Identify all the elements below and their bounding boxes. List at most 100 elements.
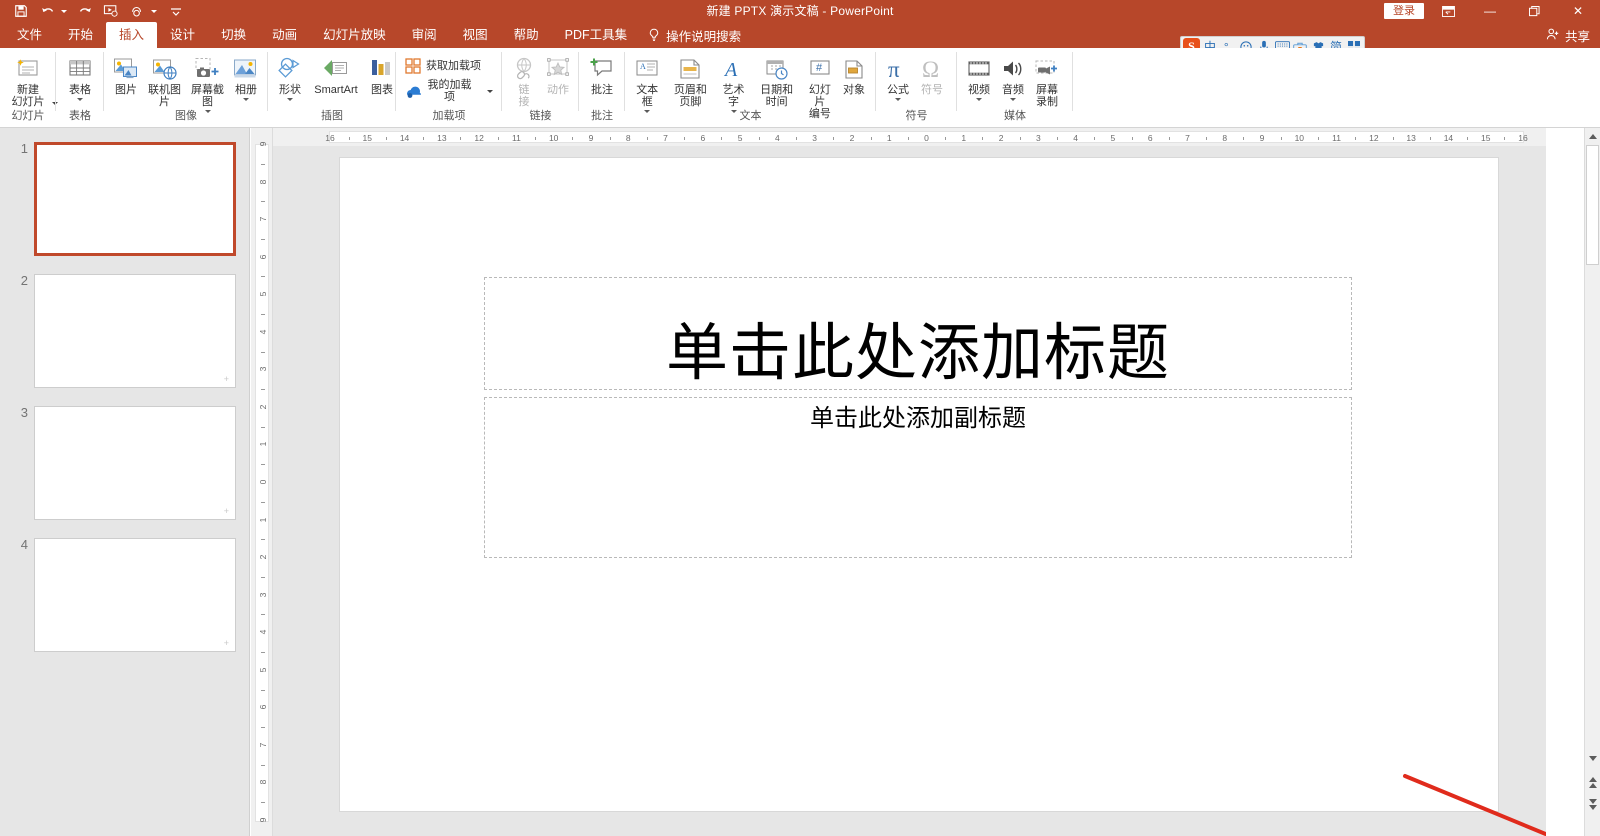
tab-pdf-tools[interactable]: PDF工具集 [552, 22, 641, 48]
my-addins-label: 我的加载项 [427, 79, 472, 103]
date-time-button[interactable]: 日期和时间 [751, 51, 803, 109]
comment-button[interactable]: 批注 [585, 51, 619, 97]
get-addins-button[interactable]: 获取加载项 [401, 55, 497, 77]
wordart-button[interactable]: A 艺术字 [716, 51, 750, 114]
link-icon [511, 52, 537, 82]
undo-icon[interactable] [34, 0, 60, 22]
subtitle-placeholder[interactable]: 单击此处添加副标题 [484, 397, 1352, 558]
hruler-tick: 6 [1147, 133, 1153, 143]
svg-text:#: # [816, 62, 823, 74]
svg-text:A: A [723, 59, 738, 81]
slide-thumbnail-pane[interactable]: 1 2 + 3 + 4 + [0, 128, 250, 836]
shapes-dropdown-icon[interactable] [287, 98, 293, 101]
equation-button[interactable]: π 公式 [881, 51, 915, 102]
maximize-button[interactable] [1512, 0, 1556, 22]
ribbon-group-media: 视频 音频 屏幕 录制 媒体 [957, 48, 1073, 127]
tab-home[interactable]: 开始 [55, 22, 106, 48]
touch-mode-dropdown-icon[interactable] [151, 9, 157, 13]
hruler-tick: 9 [588, 133, 594, 143]
equation-dropdown-icon[interactable] [895, 98, 901, 101]
vertical-ruler[interactable]: 9 8 7 6 5 4 3 2 1 0 1 2 3 4 5 6 7 8 9 [251, 128, 273, 836]
vruler-minor-mark [261, 389, 265, 391]
hruler-tick: 5 [1110, 133, 1116, 143]
slide-editing-stage[interactable]: 单击此处添加标题 单击此处添加副标题 [273, 146, 1546, 836]
table-button[interactable]: 表格 [63, 51, 97, 102]
table-dropdown-icon[interactable] [77, 98, 83, 101]
slide-thumbnail-2[interactable]: + [34, 274, 236, 388]
thumbnail-row-4[interactable]: 4 + [6, 538, 236, 652]
title-placeholder[interactable]: 单击此处添加标题 [484, 277, 1352, 390]
video-dropdown-icon[interactable] [976, 98, 982, 101]
photo-album-button[interactable]: 相册 [229, 51, 263, 102]
shapes-label: 形状 [279, 84, 301, 96]
slide-thumbnail-4[interactable]: + [34, 538, 236, 652]
tab-transitions[interactable]: 切换 [208, 22, 259, 48]
slide-thumbnail-3[interactable]: + [34, 406, 236, 520]
ribbon-group-tables: 表格 表格 [56, 48, 104, 127]
online-picture-icon [151, 52, 179, 82]
customize-qat-icon[interactable] [163, 0, 189, 22]
header-footer-button[interactable]: 页眉和页脚 [664, 51, 716, 109]
tab-insert[interactable]: 插入 [106, 22, 158, 48]
ribbon-group-links: 链 接 动作 链接 [502, 48, 579, 127]
video-button[interactable]: 视频 [962, 51, 996, 102]
tab-file[interactable]: 文件 [4, 22, 55, 48]
tab-view[interactable]: 视图 [450, 22, 501, 48]
tab-design[interactable]: 设计 [157, 22, 208, 48]
audio-button[interactable]: 音频 [996, 51, 1030, 102]
text-box-button[interactable]: A 文本框 [630, 51, 664, 114]
vruler-minor-mark [261, 163, 265, 165]
thumbnail-row-3[interactable]: 3 + [6, 406, 236, 520]
scroll-up-icon[interactable] [1585, 128, 1600, 144]
minimize-button[interactable]: — [1468, 0, 1512, 22]
slide-number-3: 3 [20, 405, 28, 420]
sign-in-button[interactable]: 登录 [1384, 3, 1424, 19]
smartart-button[interactable]: SmartArt [307, 51, 365, 97]
current-slide-canvas[interactable]: 单击此处添加标题 单击此处添加副标题 [339, 157, 1499, 812]
save-icon[interactable] [8, 0, 34, 22]
audio-dropdown-icon[interactable] [1010, 98, 1016, 101]
screenshot-button[interactable]: 屏幕截图 [186, 51, 229, 114]
tab-help[interactable]: 帮助 [501, 22, 552, 48]
action-button[interactable]: 动作 [541, 51, 575, 97]
previous-slide-icon[interactable] [1585, 774, 1600, 790]
tab-animations[interactable]: 动画 [259, 22, 310, 48]
tab-slideshow[interactable]: 幻灯片放映 [310, 22, 399, 48]
thumbnail-row-1[interactable]: 1 [6, 142, 236, 256]
pictures-button[interactable]: 图片 [109, 51, 143, 97]
tab-review[interactable]: 审阅 [399, 22, 450, 48]
close-button[interactable]: ✕ [1556, 0, 1600, 22]
shapes-button[interactable]: 形状 [273, 51, 307, 102]
vertical-scrollbar[interactable] [1584, 128, 1600, 836]
online-pictures-button[interactable]: 联机图片 [143, 51, 186, 109]
vruler-minor-mark [261, 314, 265, 315]
hruler-minor-mark [535, 137, 537, 140]
screen-recording-button[interactable]: 屏幕 录制 [1030, 51, 1064, 109]
ribbon-group-label-comments: 批注 [591, 110, 613, 122]
scrollbar-thumb[interactable] [1586, 145, 1599, 265]
vruler-tick: 9 [258, 817, 268, 823]
hruler-minor-mark [460, 137, 462, 140]
thumbnail-row-2[interactable]: 2 + [6, 274, 236, 388]
redo-icon[interactable] [72, 0, 98, 22]
hruler-minor-mark [1392, 137, 1394, 140]
touch-mode-icon[interactable] [124, 0, 150, 22]
next-slide-icon[interactable] [1585, 796, 1600, 812]
share-button[interactable]: 共享 [1546, 22, 1590, 48]
photo-album-dropdown-icon[interactable] [243, 98, 249, 101]
horizontal-ruler[interactable]: 16 15 14 13 12 11 10 9 8 7 6 5 4 3 2 1 0 1 2 3 4 5 6 7 8 9 10 11 12 1… [273, 128, 1546, 146]
symbol-button[interactable]: Ω 符号 [915, 51, 949, 97]
my-addins-dropdown-icon[interactable] [487, 89, 493, 93]
slide-thumbnail-1[interactable] [34, 142, 236, 256]
hruler-minor-mark [1056, 137, 1058, 140]
object-button[interactable]: 对象 [837, 51, 871, 97]
undo-dropdown-icon[interactable] [61, 9, 67, 13]
new-slide-button[interactable]: 新建 幻灯片 [5, 51, 51, 109]
link-button[interactable]: 链 接 [507, 51, 541, 109]
scroll-down-icon[interactable] [1585, 750, 1600, 766]
chart-button[interactable]: 图表 [365, 51, 399, 97]
start-presentation-icon[interactable] [98, 0, 124, 22]
tell-me-search[interactable]: 操作说明搜索 [640, 22, 749, 48]
my-addins-button[interactable]: 我的加载项 [401, 77, 497, 105]
ribbon-display-options-icon[interactable] [1428, 0, 1468, 22]
